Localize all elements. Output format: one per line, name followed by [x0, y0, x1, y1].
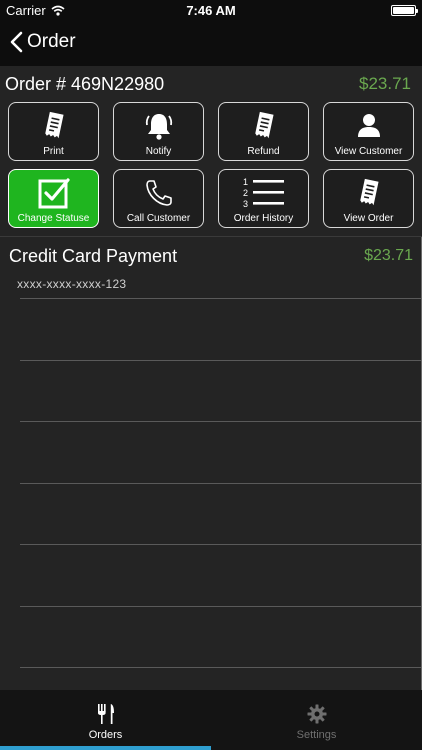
phone-icon	[145, 180, 172, 206]
print-button[interactable]: Print	[8, 102, 99, 161]
bell-icon	[145, 114, 172, 140]
person-icon	[357, 114, 380, 137]
order-history-button[interactable]: 1 2 3 Order History	[218, 169, 309, 228]
fork-knife-icon	[97, 704, 114, 724]
payment-amount: $23.71	[364, 247, 413, 264]
back-button[interactable]: Order	[10, 31, 76, 53]
tab-settings-label: Settings	[296, 729, 337, 741]
order-number: Order # 469N22980	[5, 74, 165, 94]
tab-settings[interactable]: Settings	[211, 690, 422, 750]
tab-orders[interactable]: Orders	[0, 690, 211, 750]
row-divider	[20, 667, 422, 668]
change-status-button-label: Change Statuse	[17, 213, 90, 224]
status-time: 7:46 AM	[186, 3, 236, 18]
card-number: xxxx-xxxx-xxxx-123	[17, 277, 127, 291]
svg-text:3: 3	[243, 199, 248, 209]
call-customer-button-label: Call Customer	[126, 213, 191, 224]
refund-button-label: Refund	[247, 146, 280, 157]
payment-title: Credit Card Payment	[9, 246, 178, 266]
receipt-icon	[254, 111, 274, 139]
svg-text:1: 1	[243, 177, 248, 187]
row-divider	[20, 544, 422, 545]
selected-tab-indicator	[0, 746, 211, 750]
order-history-button-label: Order History	[233, 213, 294, 224]
navigation-bar: Order	[0, 22, 422, 66]
row-divider	[20, 606, 422, 607]
order-detail-content: Order # 469N22980 $23.71 Print Notify Re…	[0, 66, 422, 691]
call-customer-button[interactable]: Call Customer	[113, 169, 204, 228]
refund-button[interactable]: Refund	[218, 102, 309, 161]
view-order-button-label: View Order	[343, 213, 394, 224]
view-order-button[interactable]: View Order	[323, 169, 414, 228]
payment-section: Credit Card Payment $23.71 xxxx-xxxx-xxx…	[0, 236, 422, 691]
numbered-list-icon: 1 2 3	[243, 177, 284, 209]
notify-button[interactable]: Notify	[113, 102, 204, 161]
order-header: Order # 469N22980 $23.71	[5, 74, 415, 98]
row-divider	[20, 483, 422, 484]
svg-text:2: 2	[243, 188, 248, 198]
order-total: $23.71	[359, 74, 411, 93]
tab-orders-label: Orders	[88, 729, 123, 741]
gear-icon	[307, 704, 326, 724]
receipt-icon	[359, 178, 379, 206]
print-button-label: Print	[43, 146, 64, 157]
back-button-label: Order	[27, 31, 76, 52]
row-divider	[20, 421, 422, 422]
row-divider	[20, 298, 422, 299]
receipt-icon	[44, 111, 64, 139]
change-status-button[interactable]: Change Statuse	[8, 169, 99, 228]
view-customer-button[interactable]: View Customer	[323, 102, 414, 161]
battery-icon	[391, 5, 418, 16]
tab-bar: Orders Settings	[0, 690, 422, 750]
row-divider	[20, 360, 422, 361]
status-bar: Carrier 7:46 AM	[0, 0, 422, 22]
checkbox-icon	[38, 178, 70, 209]
chevron-left-icon	[10, 31, 23, 53]
view-customer-button-label: View Customer	[334, 146, 403, 157]
notify-button-label: Notify	[145, 146, 172, 157]
